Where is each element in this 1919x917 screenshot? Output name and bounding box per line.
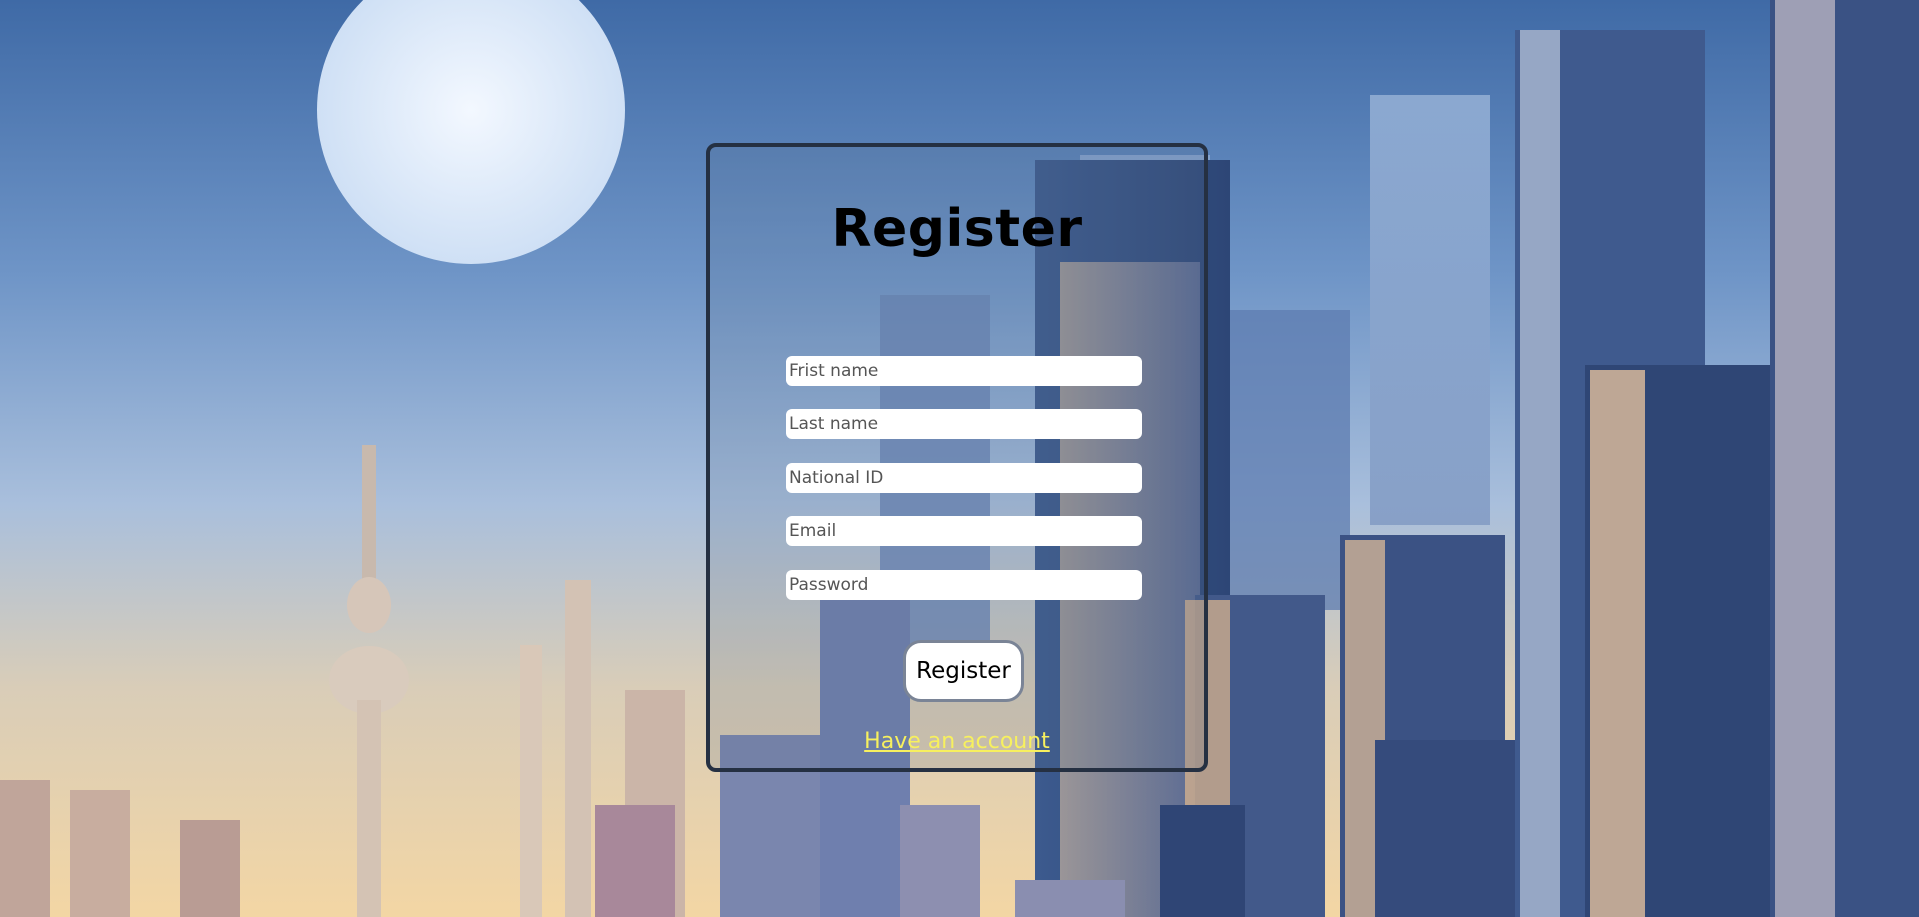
register-card: Register Register Have an account	[706, 143, 1208, 772]
register-button[interactable]: Register	[903, 640, 1024, 702]
register-title: Register	[831, 199, 1083, 259]
last-name-input[interactable]	[786, 409, 1142, 439]
national-id-input[interactable]	[786, 463, 1142, 493]
password-input[interactable]	[786, 570, 1142, 600]
have-account-link[interactable]: Have an account	[710, 729, 1204, 754]
first-name-input[interactable]	[786, 356, 1142, 386]
email-input[interactable]	[786, 516, 1142, 546]
